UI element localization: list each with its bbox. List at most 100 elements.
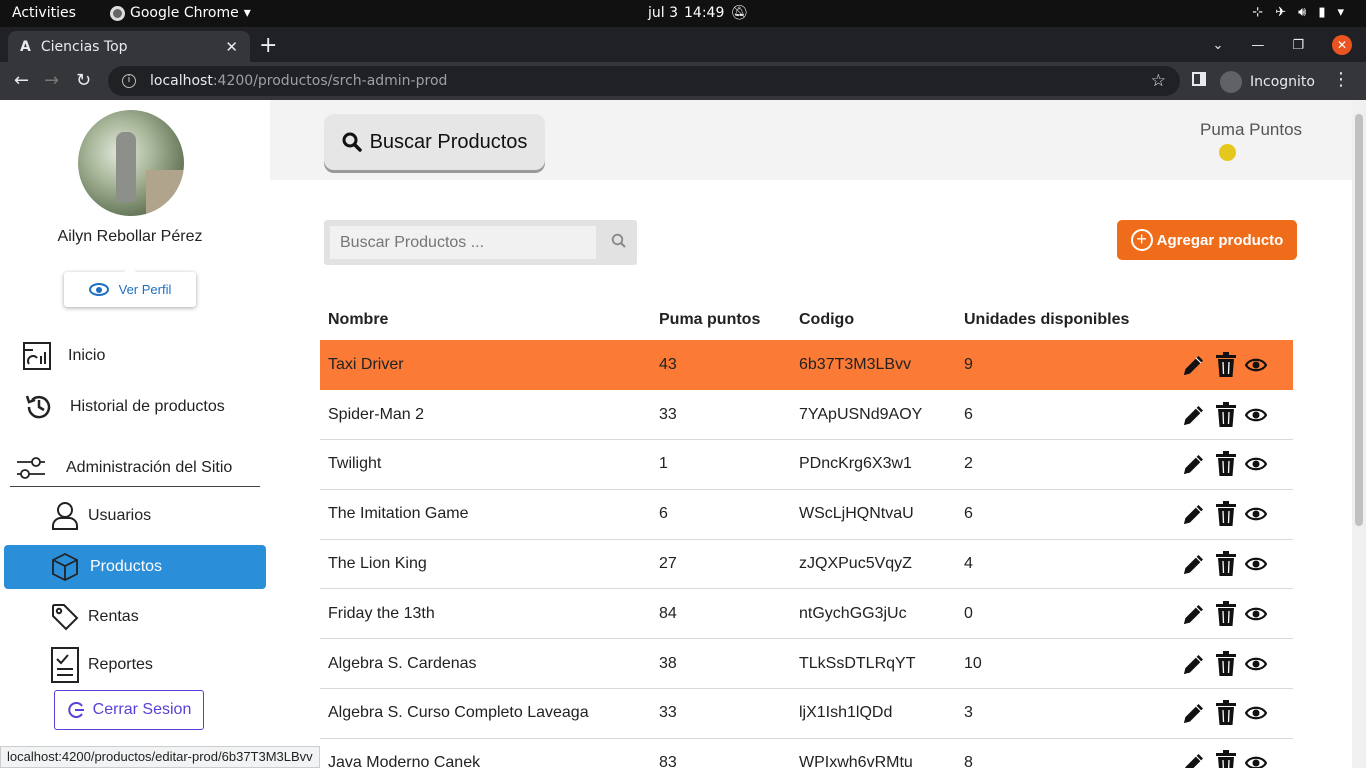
table-row[interactable]: Twilight 1 PDncKrg6X3w1 2 [320, 439, 1293, 490]
close-tab-icon[interactable]: ✕ [225, 38, 238, 56]
delete-icon[interactable] [1215, 401, 1237, 428]
table-cell: Algebra S. Cardenas [320, 638, 651, 690]
browser-tab[interactable]: A Ciencias Top ✕ [8, 31, 250, 62]
view-icon[interactable] [1245, 506, 1267, 522]
activities-button[interactable]: Activities [12, 5, 76, 21]
delete-icon[interactable] [1215, 750, 1237, 768]
edit-icon[interactable] [1181, 750, 1207, 768]
maximize-button[interactable]: ❐ [1292, 38, 1304, 53]
airplane-icon: ✈ [1275, 5, 1287, 20]
row-actions [1151, 539, 1293, 590]
tab-search-icon[interactable]: ⌄ [1212, 38, 1223, 53]
table-cell: zJQXPuc5VqyZ [791, 539, 956, 590]
edit-icon[interactable] [1181, 352, 1207, 378]
reload-button[interactable]: ↻ [76, 70, 91, 91]
eye-icon [88, 283, 109, 296]
delete-icon[interactable] [1215, 551, 1237, 577]
browser-menu-icon[interactable]: ⋮ [1332, 69, 1350, 90]
minimize-button[interactable]: — [1251, 38, 1264, 53]
new-tab-button[interactable]: + [259, 33, 277, 58]
side-panel-icon[interactable] [1192, 72, 1206, 86]
status-bar-url: localhost:4200/productos/editar-prod/6b3… [0, 746, 320, 768]
view-icon[interactable] [1245, 705, 1267, 721]
back-button[interactable]: ← [14, 70, 29, 91]
scrollbar-thumb[interactable] [1355, 114, 1363, 526]
table-cell: 6 [956, 489, 1151, 540]
main-header: Buscar Productos Puma Puntos [270, 100, 1352, 180]
search-input[interactable] [330, 226, 596, 259]
delete-icon[interactable] [1215, 351, 1237, 378]
delete-icon[interactable] [1215, 501, 1237, 527]
view-icon[interactable] [1245, 755, 1267, 768]
sidebar-item-usuarios[interactable]: Usuarios [50, 501, 151, 531]
incognito-indicator[interactable]: Incognito [1220, 71, 1315, 93]
view-profile-button[interactable]: Ver Perfil [64, 266, 196, 307]
table-cell: 27 [651, 539, 791, 590]
address-bar[interactable]: i localhost :4200/productos/srch-admin-p… [108, 66, 1180, 96]
tag-icon [50, 602, 80, 632]
url-path: :4200/productos/srch-admin-prod [212, 73, 448, 89]
table-row[interactable]: Java Moderno Canek 83 WPIxwh6vRMtu 8 [320, 738, 1293, 768]
edit-icon[interactable] [1181, 501, 1207, 527]
edit-icon[interactable] [1181, 451, 1207, 477]
delete-icon[interactable] [1215, 451, 1237, 477]
edit-icon[interactable] [1181, 402, 1207, 428]
row-actions [1151, 340, 1293, 391]
table-cell: 10 [956, 638, 1151, 690]
add-product-button[interactable]: + Agregar producto [1117, 220, 1297, 260]
chevron-down-icon: ▾ [243, 5, 251, 21]
app-menu[interactable]: Google Chrome ▾ [110, 5, 251, 21]
table-row[interactable]: Taxi Driver 43 6b37T3M3LBvv 9 [320, 340, 1293, 391]
table-cell: 6 [956, 389, 1151, 441]
row-actions [1151, 439, 1293, 490]
sidebar-item-inicio[interactable]: Inicio [22, 341, 105, 371]
edit-icon[interactable] [1181, 601, 1207, 627]
table-cell: ntGychGG3jUc [791, 588, 956, 640]
edit-icon[interactable] [1181, 651, 1207, 677]
edit-icon[interactable] [1181, 700, 1207, 726]
view-icon[interactable] [1245, 606, 1267, 622]
delete-icon[interactable] [1215, 600, 1237, 627]
table-row[interactable]: Spider-Man 2 33 7YApUSNd9AOY 6 [320, 389, 1293, 441]
table-row[interactable]: The Lion King 27 zJQXPuc5VqyZ 4 [320, 539, 1293, 590]
forward-button[interactable]: → [44, 70, 59, 91]
delete-icon[interactable] [1215, 650, 1237, 677]
page-scrollbar[interactable] [1352, 100, 1366, 768]
clock[interactable]: jul 3 14:49 🔕︎ [648, 5, 748, 21]
row-actions [1151, 489, 1293, 540]
sidebar-item-admin[interactable]: Administración del Sitio [16, 453, 232, 483]
table-cell: 6b37T3M3LBvv [791, 340, 956, 391]
view-icon[interactable] [1245, 556, 1267, 572]
table-cell: 43 [651, 340, 791, 391]
sidebar-item-rentas[interactable]: Rentas [50, 602, 139, 632]
notifications-off-icon: 🔕︎ [730, 5, 749, 21]
system-tray[interactable]: ⊹ ✈ 🔊︎ ▮ ▾ [1252, 5, 1344, 20]
view-icon[interactable] [1245, 456, 1267, 472]
table-row[interactable]: Friday the 13th 84 ntGychGG3jUc 0 [320, 588, 1293, 640]
table-row[interactable]: Algebra S. Curso Completo Laveaga 33 ljX1I… [320, 688, 1293, 739]
site-info-icon[interactable]: i [122, 74, 136, 88]
view-icon[interactable] [1245, 656, 1267, 672]
delete-icon[interactable] [1215, 700, 1237, 726]
bookmark-star-icon[interactable]: ☆ [1151, 71, 1166, 91]
volume-icon: 🔊︎ [1298, 5, 1307, 20]
user-icon [50, 501, 80, 531]
edit-icon[interactable] [1181, 551, 1207, 577]
view-icon[interactable] [1245, 407, 1267, 423]
table-row[interactable]: Algebra S. Cardenas 38 TLkSsDTLRqYT 10 [320, 638, 1293, 690]
table-row[interactable]: The Imitation Game 6 WScLjHQNtvaU 6 [320, 489, 1293, 540]
sidebar-item-historial[interactable]: Historial de productos [24, 392, 225, 422]
sidebar-item-productos[interactable]: Productos [50, 552, 162, 582]
url-host: localhost [150, 73, 213, 89]
row-actions [1151, 638, 1293, 690]
table-cell: 33 [651, 389, 791, 441]
view-icon[interactable] [1245, 357, 1267, 373]
logout-button[interactable]: Cerrar Sesion [54, 690, 204, 730]
browser-toolbar: ← → ↻ i localhost :4200/productos/srch-a… [0, 62, 1366, 100]
search-icon[interactable] [611, 233, 627, 253]
main-panel: Buscar Productos Puma Puntos + Agregar p… [270, 100, 1352, 768]
sidebar-item-reportes[interactable]: Reportes [50, 647, 153, 683]
sidebar-item-label: Usuarios [88, 507, 152, 524]
close-window-button[interactable]: ✕ [1332, 35, 1352, 55]
chevron-down-icon: ▾ [1337, 5, 1344, 20]
